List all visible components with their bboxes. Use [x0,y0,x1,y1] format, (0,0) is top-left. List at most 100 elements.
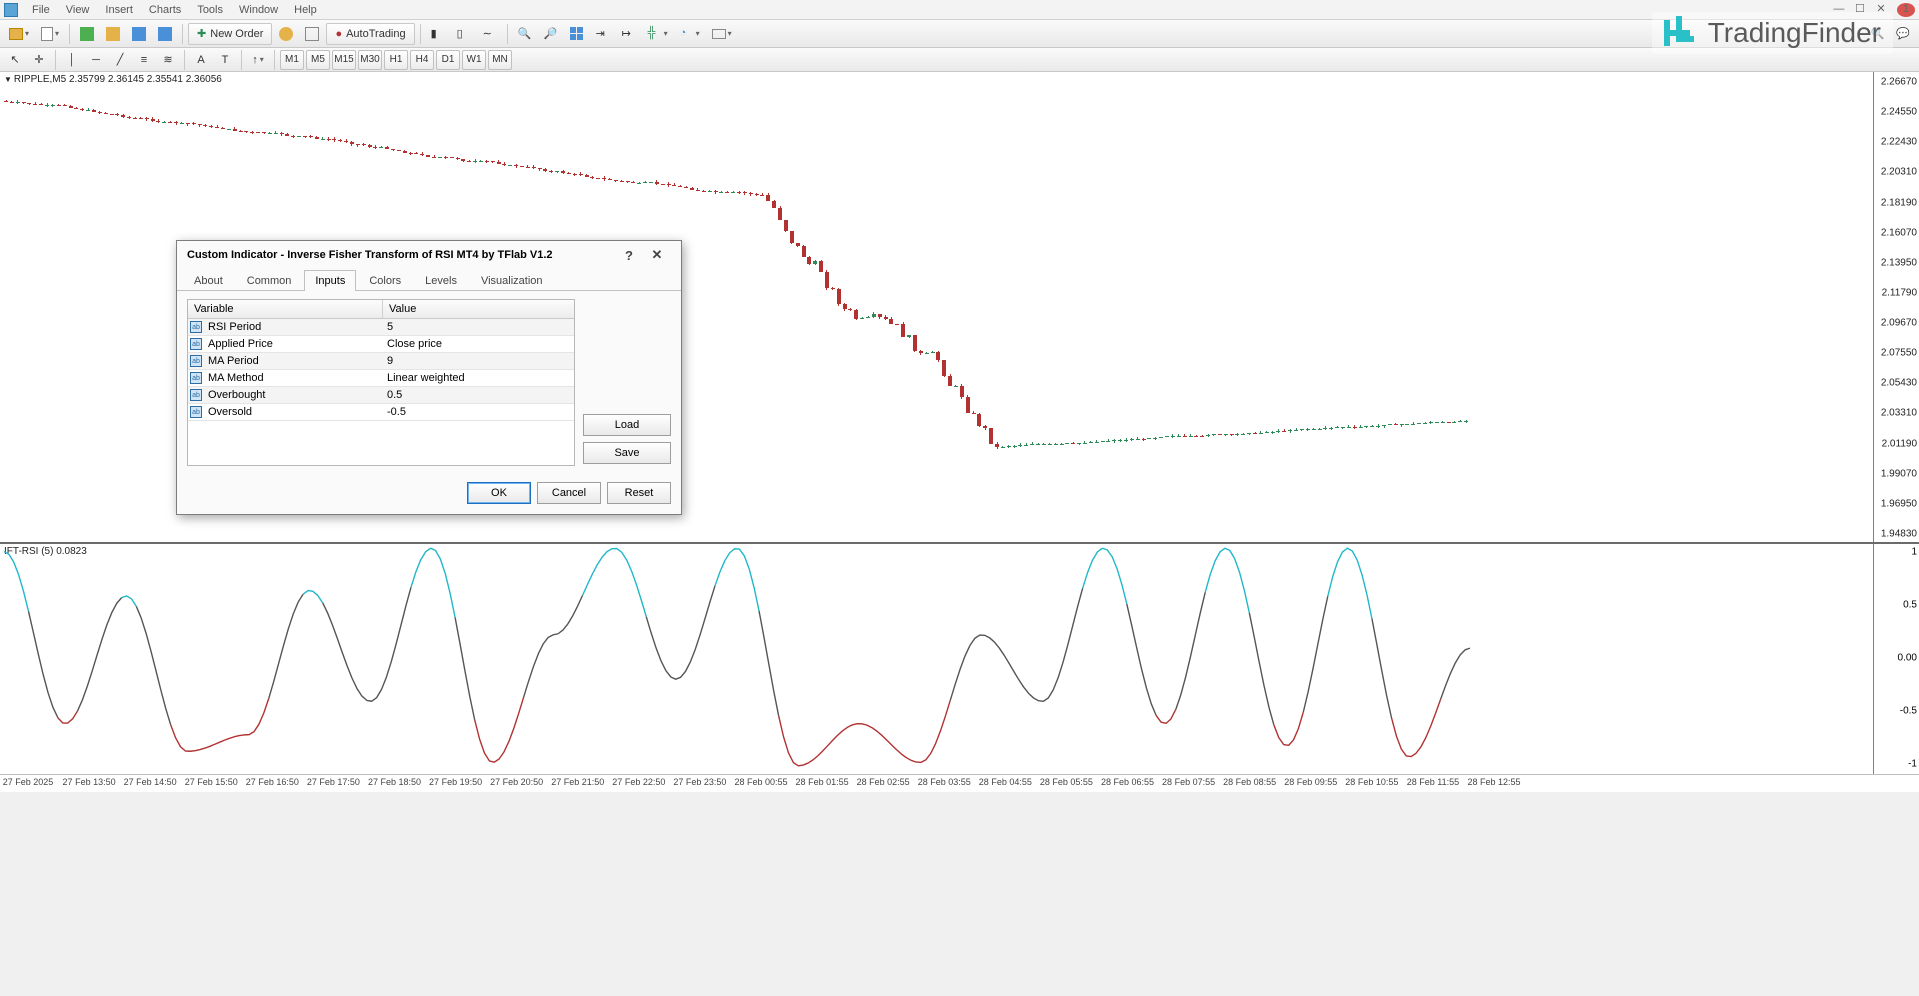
time-tick: 28 Feb 12:55 [1467,777,1520,787]
chart-symbol-label: ▼RIPPLE,M5 2.35799 2.36145 2.35541 2.360… [4,74,222,85]
price-tick: 1.99070 [1881,468,1917,479]
timeframe-w1[interactable]: W1 [462,50,486,70]
indicator-y-axis: 10.50.00-0.5-1 [1873,544,1919,774]
reset-button[interactable]: Reset [607,482,671,504]
zoom-in-button[interactable]: 🔍 [513,23,537,45]
timeframe-h1[interactable]: H1 [384,50,408,70]
ok-button[interactable]: OK [467,482,531,504]
menu-file[interactable]: File [24,4,58,16]
menu-window[interactable]: Window [231,4,286,16]
param-value[interactable]: 5 [383,319,574,335]
autotrading-button[interactable]: ●AutoTrading [326,23,414,45]
timeframe-m1[interactable]: M1 [280,50,304,70]
line-chart-button[interactable]: ∼ [478,23,502,45]
input-row[interactable]: abApplied PriceClose price [188,336,574,353]
input-row[interactable]: abOverbought0.5 [188,387,574,404]
zoom-out-button[interactable]: 🔎 [539,23,563,45]
dialog-titlebar[interactable]: Custom Indicator - Inverse Fisher Transf… [177,241,681,269]
time-tick: 28 Feb 10:55 [1345,777,1398,787]
price-tick: 2.18190 [1881,197,1917,208]
new-chart-button[interactable] [4,23,34,45]
inputs-table[interactable]: Variable Value abRSI Period5abApplied Pr… [187,299,575,466]
market-watch-button[interactable] [75,23,99,45]
load-button[interactable]: Load [583,414,671,436]
alerts-icon[interactable]: 💬 [1891,23,1915,45]
meta-button[interactable] [274,23,298,45]
price-tick: 2.11790 [1882,287,1917,298]
dialog-help-button[interactable]: ? [615,248,643,263]
timeframe-h4[interactable]: H4 [410,50,434,70]
param-value[interactable]: Linear weighted [383,370,574,386]
price-tick: 2.07550 [1881,348,1917,359]
indicator-pane[interactable]: IFT-RSI (5) 0.0823 10.50.00-0.5-1 [0,544,1919,774]
param-icon: ab [188,319,204,335]
tab-colors[interactable]: Colors [358,270,412,291]
arrows-tool[interactable]: ↑ [247,49,269,71]
terminal-button[interactable] [127,23,151,45]
time-tick: 28 Feb 06:55 [1101,777,1154,787]
time-tick: 27 Feb 23:50 [673,777,726,787]
param-value[interactable]: -0.5 [383,404,574,420]
periodicity-button[interactable]: ◔ [675,23,705,45]
input-row[interactable]: abMA MethodLinear weighted [188,370,574,387]
input-row[interactable]: abRSI Period5 [188,319,574,336]
price-tick: 2.22430 [1881,137,1917,148]
tab-about[interactable]: About [183,270,234,291]
time-tick: 28 Feb 01:55 [796,777,849,787]
timeframe-mn[interactable]: MN [488,50,512,70]
time-tick: 28 Feb 00:55 [734,777,787,787]
param-icon: ab [188,353,204,369]
time-tick: 27 Feb 22:50 [612,777,665,787]
time-tick: 28 Feb 11:55 [1407,777,1459,787]
time-tick: 28 Feb 02:55 [857,777,910,787]
cancel-button[interactable]: Cancel [537,482,601,504]
menu-view[interactable]: View [58,4,98,16]
tab-common[interactable]: Common [236,270,303,291]
timeframe-m15[interactable]: M15 [332,50,356,70]
menu-insert[interactable]: Insert [97,4,141,16]
text-tool[interactable]: A [190,49,212,71]
templates-button[interactable] [707,23,737,45]
param-value[interactable]: 9 [383,353,574,369]
expert-button[interactable] [300,23,324,45]
tab-visualization[interactable]: Visualization [470,270,554,291]
tab-inputs[interactable]: Inputs [304,270,356,291]
fibonacci-tool[interactable]: ≋ [157,49,179,71]
timeframe-m5[interactable]: M5 [306,50,330,70]
save-button[interactable]: Save [583,442,671,464]
param-icon: ab [188,336,204,352]
menu-help[interactable]: Help [286,4,325,16]
tab-levels[interactable]: Levels [414,270,468,291]
time-tick: 28 Feb 08:55 [1223,777,1276,787]
trendline-tool[interactable]: ╱ [109,49,131,71]
auto-scroll-button[interactable]: ⇥ [591,23,615,45]
param-name: Overbought [204,387,383,403]
text-label-tool[interactable]: T [214,49,236,71]
candlestick-button[interactable]: ▯ [452,23,476,45]
dialog-close-button[interactable]: ✕ [643,247,671,263]
crosshair-tool[interactable]: ✛ [28,49,50,71]
vertical-line-tool[interactable]: │ [61,49,83,71]
menu-tools[interactable]: Tools [189,4,231,16]
input-row[interactable]: abMA Period9 [188,353,574,370]
chart-shift-button[interactable]: ↦ [617,23,641,45]
indicators-button[interactable]: ╬ [643,23,673,45]
equidistant-tool[interactable]: ≡ [133,49,155,71]
param-value[interactable]: Close price [383,336,574,352]
horizontal-line-tool[interactable]: ─ [85,49,107,71]
notification-badge[interactable]: 1 [1897,3,1915,17]
new-order-button[interactable]: ✚New Order [188,23,272,45]
cursor-tool[interactable]: ↖ [4,49,26,71]
timeframe-m30[interactable]: M30 [358,50,382,70]
navigator-button[interactable] [101,23,125,45]
time-tick: 27 Feb 16:50 [246,777,299,787]
param-value[interactable]: 0.5 [383,387,574,403]
tester-button[interactable] [153,23,177,45]
menu-charts[interactable]: Charts [141,4,189,16]
profiles-button[interactable] [36,23,64,45]
tile-button[interactable] [565,23,589,45]
timeframe-d1[interactable]: D1 [436,50,460,70]
bar-chart-button[interactable]: ▮ [426,23,450,45]
time-tick: 27 Feb 21:50 [551,777,604,787]
input-row[interactable]: abOversold-0.5 [188,404,574,421]
